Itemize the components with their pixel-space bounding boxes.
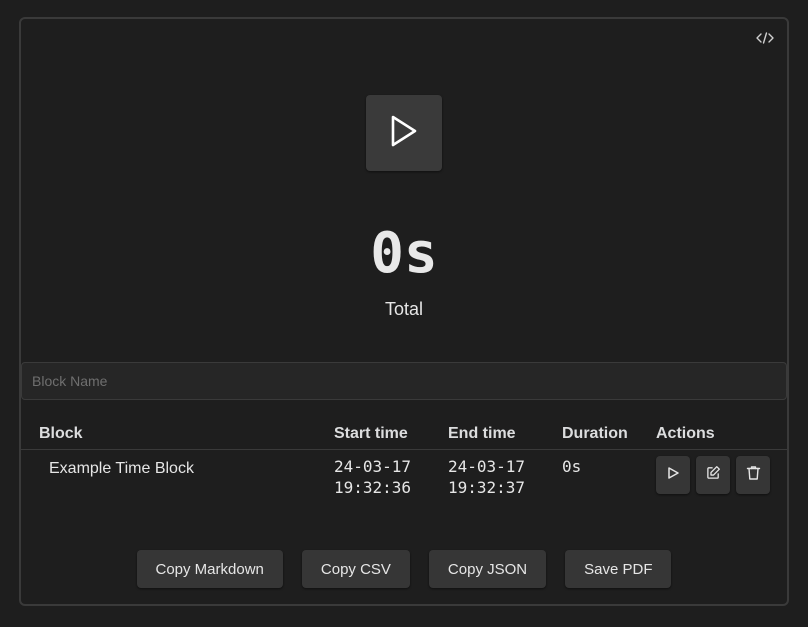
export-buttons: Copy Markdown Copy CSV Copy JSON Save PD… bbox=[21, 550, 787, 588]
actions-cell bbox=[656, 450, 787, 499]
start-timer-button[interactable] bbox=[366, 95, 442, 171]
start-date: 24-03-17 bbox=[334, 457, 412, 476]
table-row: Example Time Block 24-03-17 19:32:36 24-… bbox=[21, 450, 787, 499]
block-name-cell: Example Time Block bbox=[21, 450, 334, 499]
total-label: Total bbox=[384, 299, 424, 319]
block-name-input[interactable] bbox=[21, 362, 787, 400]
time-tracker-panel: 0s Total Block Start time End time Durat… bbox=[19, 17, 789, 606]
start-clock: 19:32:36 bbox=[334, 478, 412, 497]
code-brackets-icon[interactable] bbox=[755, 31, 775, 45]
header-duration: Duration bbox=[562, 419, 656, 450]
edit-icon bbox=[706, 465, 721, 485]
duration-value: 0s bbox=[562, 457, 582, 476]
play-icon bbox=[666, 466, 680, 485]
header-actions: Actions bbox=[656, 419, 787, 450]
copy-csv-button[interactable]: Copy CSV bbox=[301, 550, 410, 588]
edit-block-button[interactable] bbox=[696, 456, 730, 494]
header-end-time: End time bbox=[448, 419, 562, 450]
end-time-cell: 24-03-17 19:32:37 bbox=[448, 450, 562, 499]
delete-block-button[interactable] bbox=[736, 456, 770, 494]
duration-cell: 0s bbox=[562, 450, 656, 499]
start-time-cell: 24-03-17 19:32:36 bbox=[334, 450, 448, 499]
end-clock: 19:32:37 bbox=[448, 478, 526, 497]
play-icon bbox=[389, 114, 419, 153]
resume-block-button[interactable] bbox=[656, 456, 690, 494]
copy-markdown-button[interactable]: Copy Markdown bbox=[136, 550, 283, 588]
header-block: Block bbox=[21, 419, 334, 450]
trash-icon bbox=[746, 465, 761, 486]
end-date: 24-03-17 bbox=[448, 457, 526, 476]
copy-json-button[interactable]: Copy JSON bbox=[428, 550, 547, 588]
total-time-value: 0s bbox=[370, 221, 438, 286]
header-start-time: Start time bbox=[334, 419, 448, 450]
table-header-row: Block Start time End time Duration Actio… bbox=[21, 419, 787, 450]
save-pdf-button[interactable]: Save PDF bbox=[565, 550, 672, 588]
row-actions bbox=[656, 456, 787, 494]
time-blocks-table: Block Start time End time Duration Actio… bbox=[21, 419, 787, 498]
block-name: Example Time Block bbox=[49, 460, 194, 477]
